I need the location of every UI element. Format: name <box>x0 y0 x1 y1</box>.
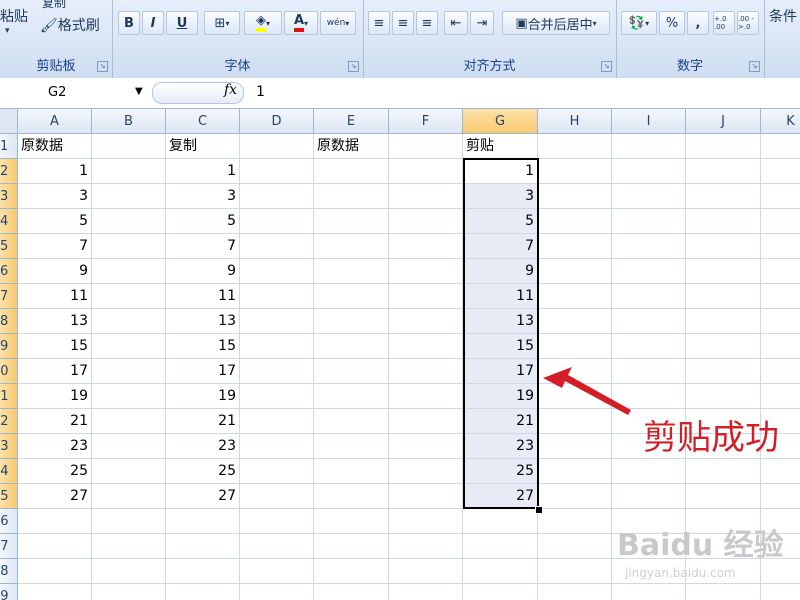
comma-button[interactable]: , <box>687 11 709 35</box>
alignment-group: ≡ ≡ ≡ ⇤ ⇥ ▣ 合并后居中 ▾ 对齐方式 ↘ <box>363 0 617 78</box>
watermark-logo: Baidu 经验 <box>617 528 784 563</box>
paste-dropdown-icon[interactable]: ▾ <box>5 26 10 36</box>
bold-button[interactable]: B <box>118 11 140 35</box>
format-painter-label: 格式刷 <box>57 18 100 34</box>
font-group: B I U ⊞ ▾ ◈ ▾ A ▾ wén ▾ 字体 ↘ <box>112 0 364 78</box>
font-group-label: 字体 <box>224 59 251 74</box>
decrease-indent-icon: ⇤ <box>450 15 462 31</box>
clipboard-group-label: 剪贴板 <box>36 59 76 74</box>
insert-function-icon[interactable]: fx <box>224 82 237 98</box>
underline-button[interactable]: U <box>166 11 198 35</box>
formula-input[interactable]: 1 <box>256 84 265 100</box>
align-right-button[interactable]: ≡ <box>416 11 438 35</box>
font-color-icon: A <box>293 14 305 32</box>
copy-button[interactable]: 复制 <box>42 0 66 11</box>
chevron-down-icon: ▾ <box>265 18 270 28</box>
watermark-url: jingyan.baidu.com <box>625 566 736 580</box>
name-box-value: G2 <box>48 85 67 100</box>
paint-bucket-icon: ◈ <box>255 14 266 32</box>
alignment-launcher-icon[interactable]: ↘ <box>601 61 612 72</box>
align-center-button[interactable]: ≡ <box>392 11 414 35</box>
border-grid-icon: ⊞ <box>214 15 226 31</box>
arrow-icon <box>543 367 631 415</box>
accounting-format-button[interactable]: 💱 ▾ <box>621 11 657 35</box>
decrease-decimal-button[interactable]: .00 ->.0 <box>737 11 759 35</box>
increase-decimal-button[interactable]: +.0 .00 <box>713 11 735 35</box>
formula-bar: G2 ▼ fx 1 <box>0 78 800 109</box>
format-painter-button[interactable]: 🖌格式刷 <box>40 15 100 35</box>
clipboard-group: 粘贴 ▾ 复制 🖌格式刷 剪贴板 ↘ <box>0 0 113 78</box>
number-group: 💱 ▾ % , +.0 .00 .00 ->.0 数字 ↘ <box>616 0 765 78</box>
chevron-down-icon: ▾ <box>592 18 597 28</box>
fill-color-button[interactable]: ◈ ▾ <box>244 11 282 35</box>
name-box[interactable]: G2 ▼ <box>0 81 150 103</box>
merge-icon: ▣ <box>515 15 528 31</box>
font-color-button[interactable]: A ▾ <box>284 11 318 35</box>
chevron-down-icon: ▾ <box>225 18 230 28</box>
increase-indent-button[interactable]: ⇥ <box>470 11 494 35</box>
annotation-text: 剪贴成功 <box>643 418 779 458</box>
italic-button[interactable]: I <box>142 11 164 35</box>
align-right-icon: ≡ <box>421 15 433 31</box>
chevron-down-icon[interactable]: ▼ <box>135 86 143 97</box>
percent-button[interactable]: % <box>659 11 685 35</box>
merge-center-label: 合并后居中 <box>527 17 593 33</box>
borders-button[interactable]: ⊞ ▾ <box>204 11 240 35</box>
alignment-group-label: 对齐方式 <box>463 59 516 74</box>
decrease-indent-button[interactable]: ⇤ <box>444 11 468 35</box>
number-group-label: 数字 <box>676 59 703 74</box>
currency-icon: 💱 <box>628 15 646 31</box>
clipboard-launcher-icon[interactable]: ↘ <box>97 61 108 72</box>
number-launcher-icon[interactable]: ↘ <box>749 61 760 72</box>
chevron-down-icon: ▾ <box>304 18 309 28</box>
brush-icon: 🖌 <box>40 18 58 34</box>
styles-group: 条件 <box>764 0 800 78</box>
paste-button[interactable]: 粘贴 <box>0 6 28 26</box>
align-left-button[interactable]: ≡ <box>368 11 390 35</box>
ribbon: 粘贴 ▾ 复制 🖌格式刷 剪贴板 ↘ B I U ⊞ ▾ ◈ ▾ A ▾ wén ▾ 字… <box>0 0 800 79</box>
align-left-icon: ≡ <box>373 15 385 31</box>
chevron-down-icon: ▾ <box>645 18 650 28</box>
conditional-format-button[interactable]: 条件 <box>769 6 797 26</box>
phonetic-icon: wén <box>326 18 346 28</box>
merge-center-button[interactable]: ▣ 合并后居中 ▾ <box>502 11 610 35</box>
font-launcher-icon[interactable]: ↘ <box>348 61 359 72</box>
phonetic-button[interactable]: wén ▾ <box>320 11 356 35</box>
chevron-down-icon: ▾ <box>345 18 350 28</box>
align-center-icon: ≡ <box>397 15 409 31</box>
increase-indent-icon: ⇥ <box>476 15 488 31</box>
